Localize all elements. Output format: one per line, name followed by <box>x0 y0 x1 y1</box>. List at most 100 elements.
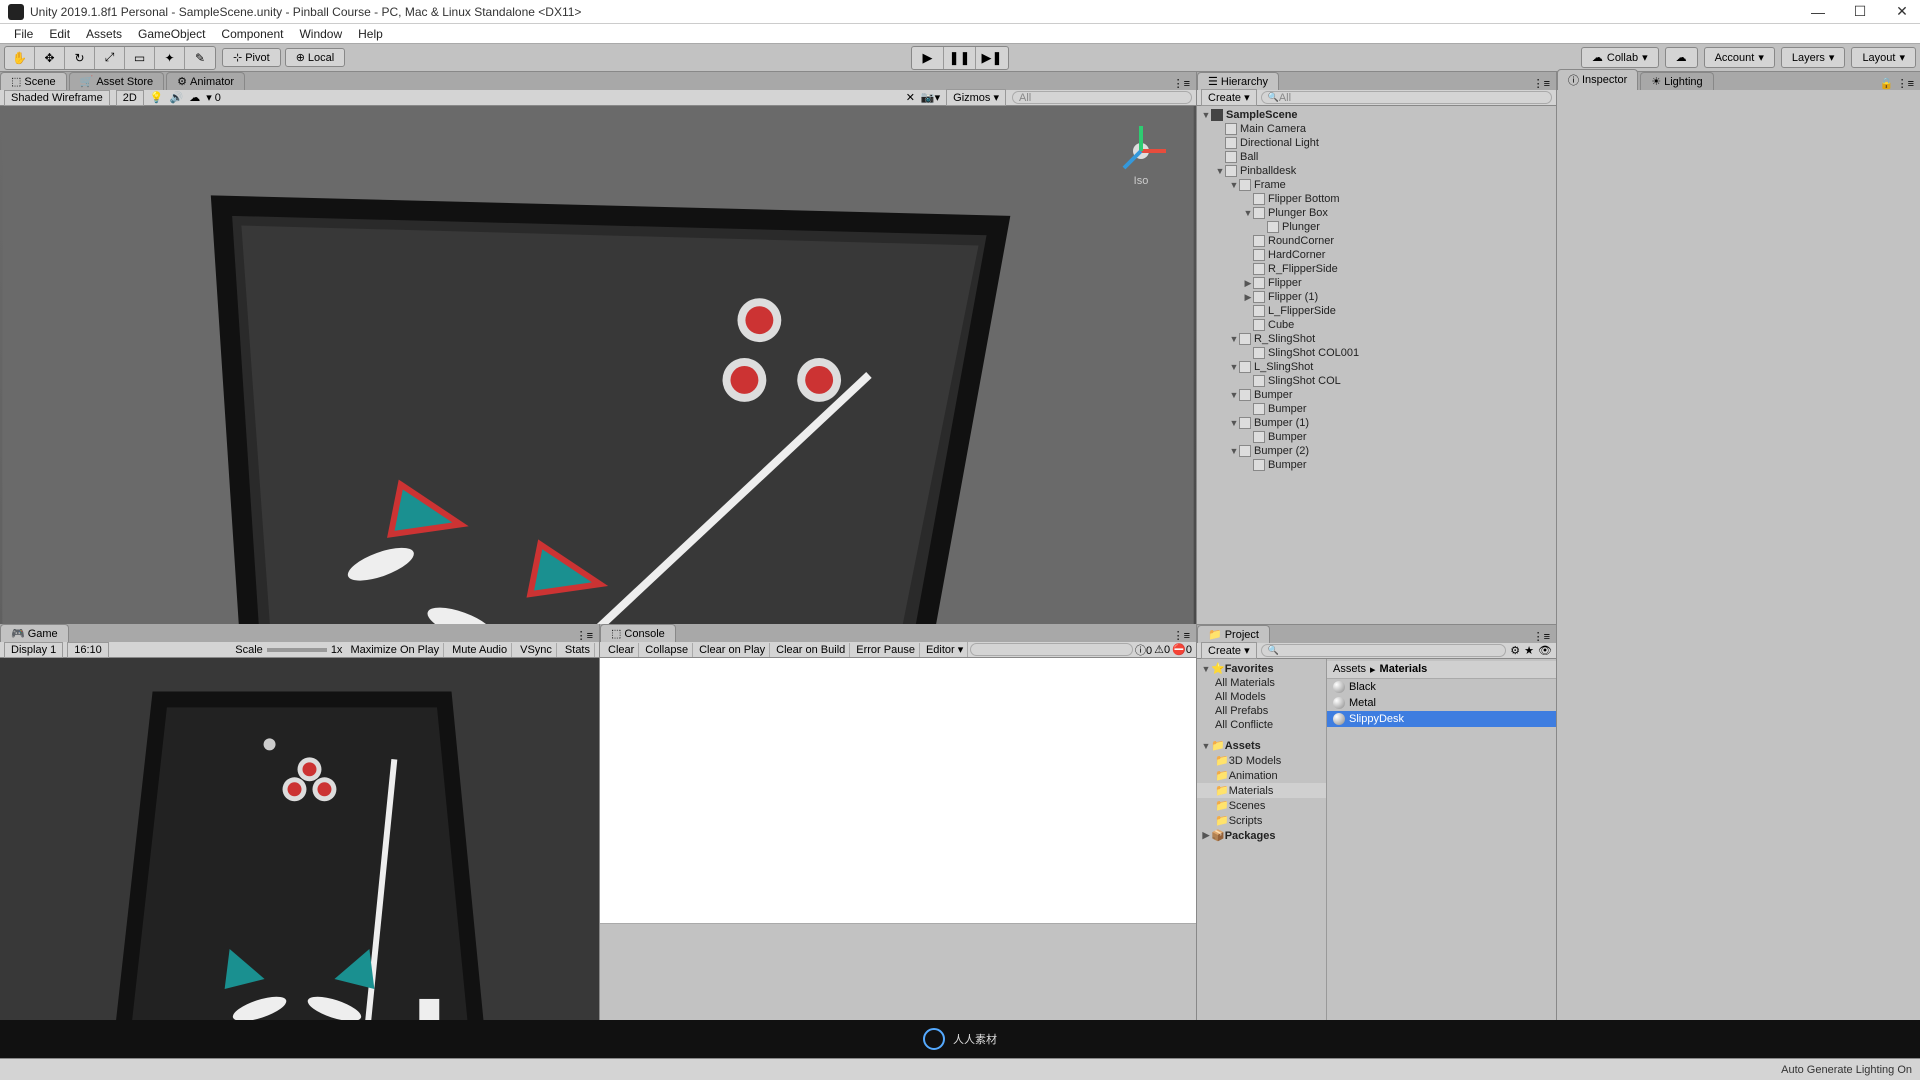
collab-dropdown[interactable]: ☁ Collab ▾ <box>1581 47 1659 68</box>
scene-gizmo-icon[interactable]: Iso <box>1106 116 1176 186</box>
info-count-icon[interactable]: ⓘ0 <box>1135 642 1152 658</box>
hierarchy-item[interactable]: ▼Bumper (1) <box>1197 416 1556 430</box>
material-metal[interactable]: Metal <box>1327 695 1556 711</box>
errorpause-toggle[interactable]: Error Pause <box>852 643 920 657</box>
move-tool[interactable]: ✥ <box>35 47 65 69</box>
hierarchy-item[interactable]: ▼Frame <box>1197 178 1556 192</box>
aspect-dropdown[interactable]: 16:10 <box>67 642 109 658</box>
folder-materials[interactable]: 📁Materials <box>1197 783 1326 798</box>
scale-slider[interactable] <box>267 648 327 652</box>
warn-count-icon[interactable]: ⚠0 <box>1154 643 1170 656</box>
menu-file[interactable]: File <box>6 25 41 43</box>
fav-all-materials[interactable]: All Materials <box>1197 676 1326 690</box>
hierarchy-item[interactable]: ▼Pinballdesk <box>1197 164 1556 178</box>
hierarchy-item[interactable]: HardCorner <box>1197 248 1556 262</box>
hierarchy-item[interactable]: ▼Plunger Box <box>1197 206 1556 220</box>
hierarchy-item[interactable]: SlingShot COL001 <box>1197 346 1556 360</box>
maximize-button[interactable]: ☐ <box>1850 2 1870 22</box>
tab-assetstore[interactable]: 🛒 Asset Store <box>69 72 165 90</box>
tab-hierarchy[interactable]: ☰ Hierarchy <box>1197 72 1279 90</box>
fav-all-conflicted[interactable]: All Conflicte <box>1197 718 1326 732</box>
inspector-tab-menu[interactable]: 🔒 ⋮≡ <box>1874 77 1920 90</box>
collapse-toggle[interactable]: Collapse <box>641 643 693 657</box>
hierarchy-item[interactable]: Main Camera <box>1197 122 1556 136</box>
hierarchy-item[interactable]: Plunger <box>1197 220 1556 234</box>
layout-dropdown[interactable]: Layout ▾ <box>1851 47 1916 68</box>
layers-dropdown[interactable]: Layers ▾ <box>1781 47 1846 68</box>
hierarchy-item[interactable]: Flipper Bottom <box>1197 192 1556 206</box>
rect-tool[interactable]: ▭ <box>125 47 155 69</box>
tab-scene[interactable]: ⬚ Scene <box>0 72 67 90</box>
hierarchy-item[interactable]: R_FlipperSide <box>1197 262 1556 276</box>
hierarchy-item[interactable]: ▼L_SlingShot <box>1197 360 1556 374</box>
menu-edit[interactable]: Edit <box>41 25 78 43</box>
display-dropdown[interactable]: Display 1 <box>4 642 63 658</box>
scene-view[interactable]: Iso <box>0 106 1196 624</box>
game-view[interactable] <box>0 658 599 1060</box>
console-tab-menu[interactable]: ⋮≡ <box>1167 629 1196 642</box>
hierarchy-tab-menu[interactable]: ⋮≡ <box>1527 77 1556 90</box>
hierarchy-item[interactable]: ▼SampleScene <box>1197 108 1556 122</box>
scene-viewport[interactable] <box>0 106 1196 624</box>
tab-lighting[interactable]: ☀ Lighting <box>1640 72 1713 90</box>
folder-animation[interactable]: 📁Animation <box>1197 768 1326 783</box>
hierarchy-item[interactable]: ▼Bumper (2) <box>1197 444 1556 458</box>
fav-all-prefabs[interactable]: All Prefabs <box>1197 704 1326 718</box>
custom-tool[interactable]: ✎ <box>185 47 215 69</box>
clearplay-toggle[interactable]: Clear on Play <box>695 643 770 657</box>
material-slippydesk[interactable]: SlippyDesk <box>1327 711 1556 727</box>
menu-component[interactable]: Component <box>213 25 291 43</box>
tab-console[interactable]: ⬚ Console <box>600 624 676 642</box>
menu-assets[interactable]: Assets <box>78 25 130 43</box>
menu-gameobject[interactable]: GameObject <box>130 25 213 43</box>
packages-folder[interactable]: ▶📦Packages <box>1197 828 1326 843</box>
project-hidden-icon[interactable]: 👁 <box>1538 644 1552 657</box>
inspector-body[interactable] <box>1557 90 1920 1054</box>
scale-tool[interactable]: ⤢ <box>95 47 125 69</box>
minimize-button[interactable]: — <box>1808 2 1828 22</box>
fx-dropdown-icon[interactable]: ▾ 0 <box>206 91 221 104</box>
hierarchy-item[interactable]: Bumper <box>1197 458 1556 472</box>
local-toggle[interactable]: ⊕Local <box>285 48 346 67</box>
camera-toggle-icon[interactable]: 📷▾ <box>921 91 940 104</box>
game-tab-menu[interactable]: ⋮≡ <box>570 629 599 642</box>
favorites-folder[interactable]: ▼⭐Favorites <box>1197 661 1326 676</box>
stats-toggle[interactable]: Stats <box>561 643 595 657</box>
vsync-toggle[interactable]: VSync <box>516 643 557 657</box>
error-count-icon[interactable]: ⛔0 <box>1172 643 1192 656</box>
hierarchy-item[interactable]: RoundCorner <box>1197 234 1556 248</box>
audio-toggle-icon[interactable]: 🔊 <box>169 91 183 104</box>
project-tab-menu[interactable]: ⋮≡ <box>1527 630 1556 643</box>
2d-toggle[interactable]: 2D <box>116 90 144 106</box>
mute-toggle[interactable]: Mute Audio <box>448 643 512 657</box>
folder-3dmodels[interactable]: 📁3D Models <box>1197 753 1326 768</box>
hierarchy-item[interactable]: Ball <box>1197 150 1556 164</box>
pause-button[interactable]: ❚❚ <box>944 47 976 69</box>
cloud-button[interactable]: ☁ <box>1665 47 1698 68</box>
console-body[interactable] <box>600 658 1196 924</box>
tab-animator[interactable]: ⚙ Animator <box>166 72 245 90</box>
hierarchy-search[interactable]: 🔍All <box>1261 91 1552 104</box>
project-search[interactable]: 🔍 <box>1261 644 1507 657</box>
hierarchy-item[interactable]: ▼R_SlingShot <box>1197 332 1556 346</box>
hierarchy-item[interactable]: ▶Flipper <box>1197 276 1556 290</box>
gizmos-dropdown[interactable]: Gizmos ▾ <box>946 89 1006 106</box>
project-asset-list[interactable]: Assets ▸ Materials Black Metal SlippyDes… <box>1327 659 1556 1054</box>
tab-inspector[interactable]: ⓘ Inspector <box>1557 69 1638 90</box>
transform-tool[interactable]: ✦ <box>155 47 185 69</box>
hidden-toggle-icon[interactable]: ✕ <box>906 91 915 104</box>
project-fav-icon[interactable]: ★ <box>1524 644 1534 657</box>
hand-tool[interactable]: ✋ <box>5 47 35 69</box>
fav-all-models[interactable]: All Models <box>1197 690 1326 704</box>
breadcrumb-assets[interactable]: Assets <box>1333 663 1366 676</box>
hierarchy-create-dropdown[interactable]: Create ▾ <box>1201 89 1257 106</box>
folder-scripts[interactable]: 📁Scripts <box>1197 813 1326 828</box>
hierarchy-item[interactable]: Cube <box>1197 318 1556 332</box>
rotate-tool[interactable]: ↻ <box>65 47 95 69</box>
light-toggle-icon[interactable]: 💡 <box>150 91 164 104</box>
shading-mode-dropdown[interactable]: Shaded Wireframe <box>4 90 110 106</box>
tab-game[interactable]: 🎮 Game <box>0 624 69 642</box>
hierarchy-item[interactable]: ▶Flipper (1) <box>1197 290 1556 304</box>
play-button[interactable]: ▶ <box>912 47 944 69</box>
menu-help[interactable]: Help <box>350 25 391 43</box>
